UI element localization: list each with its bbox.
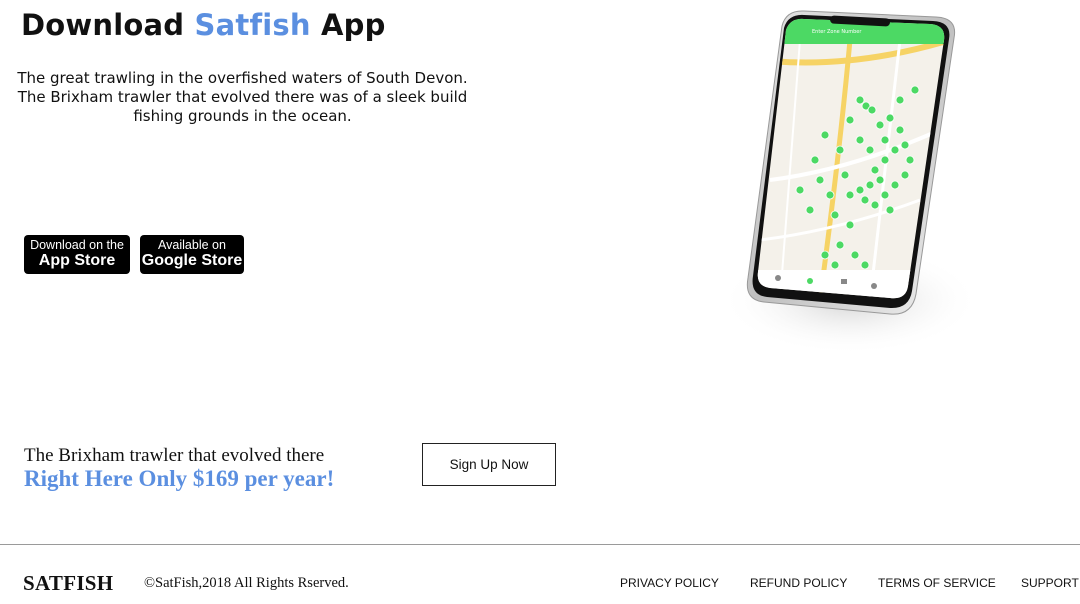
footer-divider: [0, 544, 1080, 545]
app-store-small-text: Download on the: [30, 238, 124, 252]
footer-logo[interactable]: SATFISH: [23, 571, 113, 596]
hero-description: The great trawling in the overfished wat…: [17, 69, 468, 125]
google-store-small-text: Available on: [158, 238, 226, 252]
privacy-policy-link[interactable]: PRIVACY POLICY: [620, 576, 719, 590]
map-header-text: Enter Zone Number: [812, 29, 862, 35]
google-store-big-text: Google Store: [141, 252, 243, 269]
title-brand: Satfish: [194, 8, 311, 42]
promo-line-2: Right Here Only $169 per year!: [24, 466, 335, 491]
support-link[interactable]: SUPPORT: [1021, 576, 1079, 590]
title-prefix: Download: [21, 8, 195, 42]
app-store-button[interactable]: Download on the App Store: [24, 235, 130, 274]
copyright-text: ©SatFish,2018 All Rights Rserved.: [144, 575, 349, 591]
app-store-big-text: App Store: [38, 252, 116, 269]
refund-policy-link[interactable]: REFUND POLICY: [750, 576, 847, 590]
promo-line-1: The Brixham trawler that evolved there: [24, 445, 325, 466]
title-suffix: App: [310, 8, 386, 42]
sign-up-button[interactable]: Sign Up Now: [422, 443, 556, 486]
phone-mockup-image: Enter Zone Number: [700, 0, 1000, 380]
terms-of-service-link[interactable]: TERMS OF SERVICE: [878, 576, 996, 590]
page-title: Download Satfish App: [21, 8, 386, 42]
google-store-button[interactable]: Available on Google Store: [140, 235, 244, 274]
